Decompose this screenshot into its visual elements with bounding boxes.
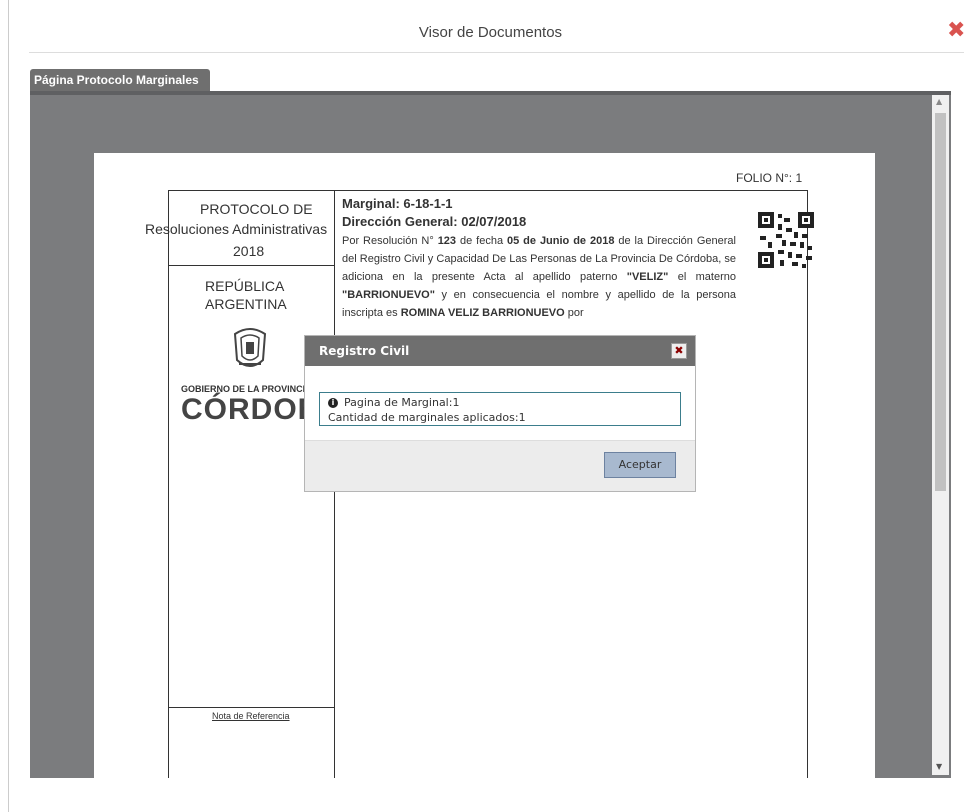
- coat-of-arms-icon: [233, 328, 267, 367]
- frame-top-line: [335, 190, 808, 191]
- registro-civil-dialog: Registro Civil ✖ i Pagina de Marginal:1 C…: [304, 335, 696, 492]
- section-divider: [168, 707, 335, 708]
- qr-code-icon: [758, 212, 814, 268]
- marginal-title: Marginal: 6-18-1-1: [342, 196, 453, 211]
- marginal-page-message: Pagina de Marginal:1: [344, 396, 460, 409]
- dialog-footer-divider: [305, 440, 695, 441]
- protocol-heading: PROTOCOLO DE: [200, 201, 313, 217]
- reference-note: Nota de Referencia: [212, 711, 290, 721]
- info-icon: i: [328, 398, 338, 408]
- country-line-2: ARGENTINA: [205, 296, 287, 312]
- marginal-body-text: Por Resolución N° 123 de fecha 05 de Jun…: [342, 235, 736, 319]
- resolution-heading: Resoluciones Administrativas: [145, 221, 328, 237]
- section-divider: [168, 265, 335, 266]
- marginal-direction-date: Dirección General: 02/07/2018: [342, 214, 527, 229]
- accept-button[interactable]: Aceptar: [604, 452, 676, 478]
- tab-protocolo-marginales[interactable]: Página Protocolo Marginales: [30, 69, 210, 91]
- marginals-count-message: Cantidad de marginales aplicados:1: [328, 411, 526, 424]
- title-divider: [29, 52, 964, 53]
- dialog-title: Registro Civil: [305, 336, 695, 366]
- folio-number: FOLIO N°: 1: [736, 171, 803, 185]
- protocol-year: 2018: [233, 243, 265, 259]
- dialog-message-box: i Pagina de Marginal:1 Cantidad de margin…: [319, 392, 681, 426]
- window-title: Visor de Documentos: [418, 24, 563, 41]
- country-line-1: REPÚBLICA: [205, 278, 285, 294]
- scroll-down-icon[interactable]: ▼: [936, 762, 942, 771]
- frame-right-line: [807, 190, 808, 778]
- dialog-close-icon[interactable]: ✖: [671, 343, 687, 359]
- vertical-scrollbar[interactable]: ▲ ▼: [932, 95, 949, 775]
- scrollbar-thumb[interactable]: [935, 113, 946, 491]
- close-icon[interactable]: ✖: [947, 20, 965, 42]
- scroll-up-icon[interactable]: ▲: [936, 97, 942, 106]
